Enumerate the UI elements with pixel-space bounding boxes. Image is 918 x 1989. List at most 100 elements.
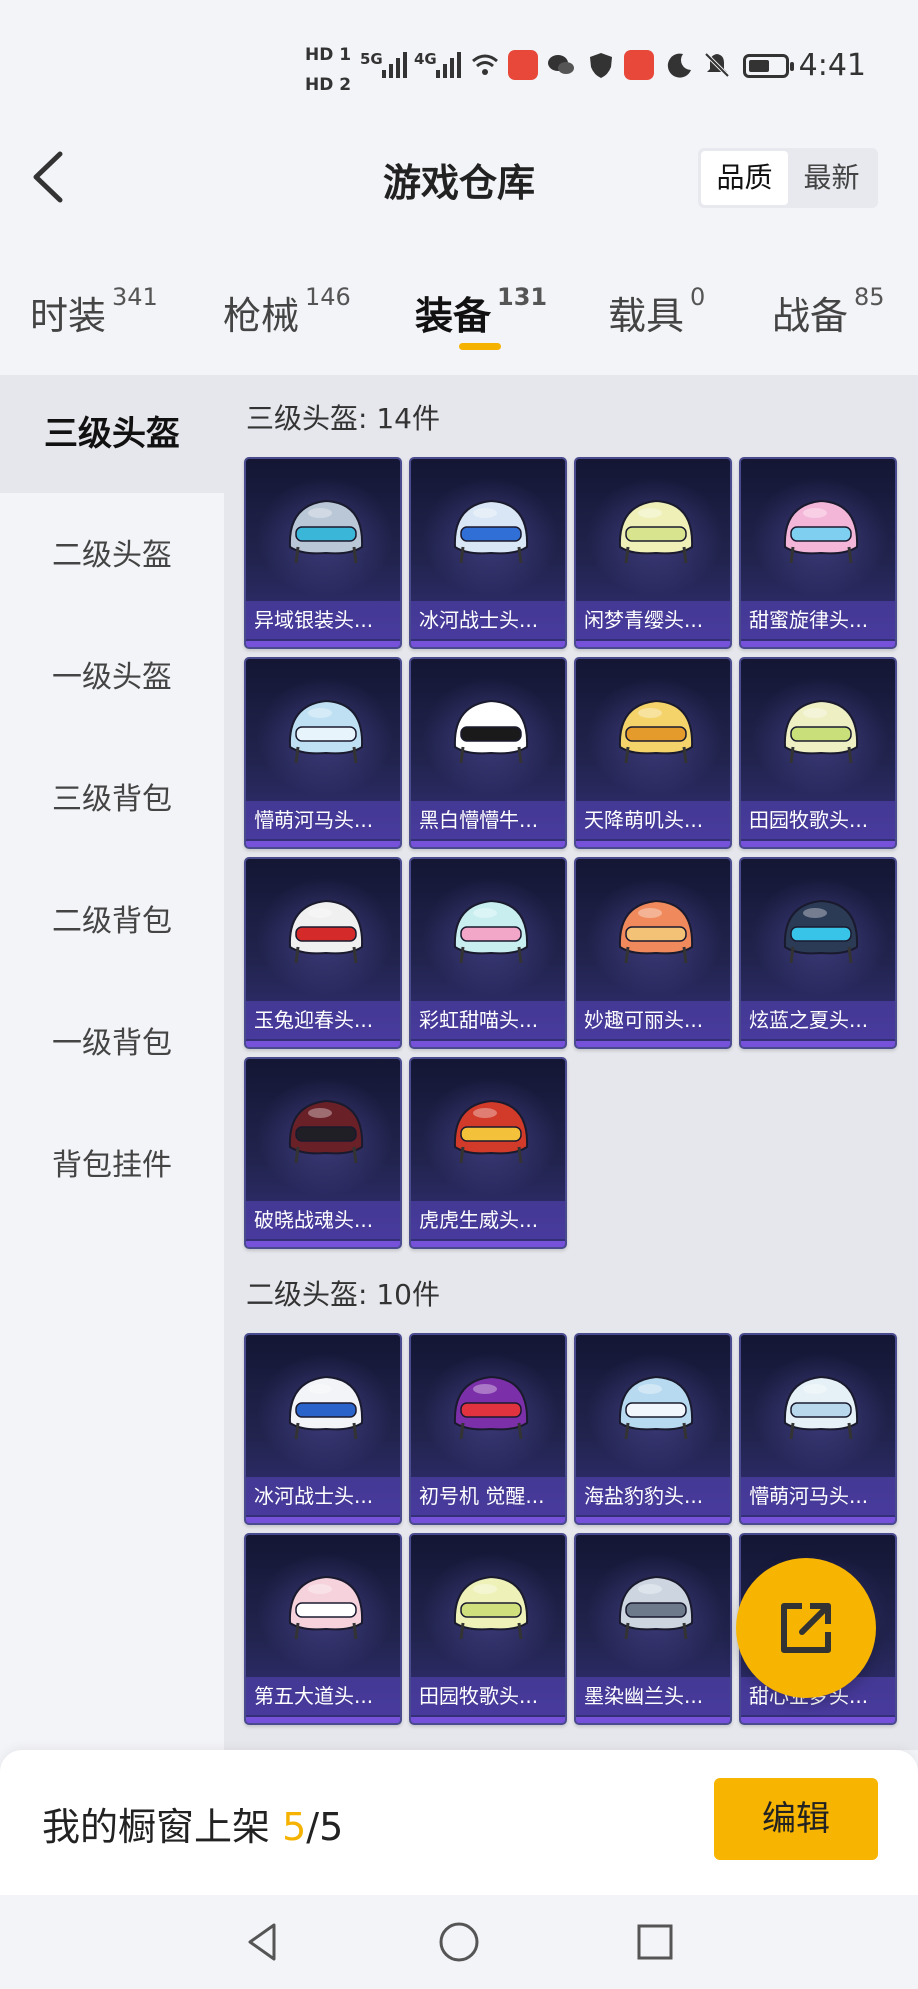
- showcase-separator: /: [306, 1805, 320, 1849]
- item-name: 异域银装头...: [246, 601, 400, 639]
- moon-icon: [664, 50, 694, 80]
- helmet-icon: [288, 699, 364, 764]
- showcase-status: 我的橱窗上架 5/5: [42, 1796, 343, 1851]
- tab-label: 时装: [30, 294, 107, 338]
- battery-icon: [743, 54, 794, 78]
- item-name: 懵萌河马头...: [246, 801, 400, 839]
- item-name: 虎虎生威头...: [411, 1201, 565, 1239]
- sidebar-item-level1-backpack[interactable]: 一级背包: [0, 985, 224, 1103]
- tab-vehicles[interactable]: 载具 0: [608, 283, 706, 340]
- item-name: 破晓战魂头...: [246, 1201, 400, 1239]
- item-name: 田园牧歌头...: [411, 1677, 565, 1715]
- item-card[interactable]: 玉兔迎春头...: [244, 857, 402, 1049]
- item-card[interactable]: 冰河战士头...: [409, 457, 567, 649]
- item-card[interactable]: 天降萌叽头...: [574, 657, 732, 849]
- nav-home-button[interactable]: [434, 1917, 484, 1967]
- item-card[interactable]: 闲梦青缨头...: [574, 457, 732, 649]
- item-grid-area: 三级头盔: 14件 二级头盔: 10件 异域银装头... 冰河战士头... 闲梦青缨…: [224, 375, 918, 1750]
- tab-supplies[interactable]: 战备 85: [772, 283, 885, 340]
- tab-guns[interactable]: 枪械 146: [223, 283, 351, 340]
- wechat-icon: [546, 50, 576, 80]
- helmet-icon: [618, 699, 694, 764]
- item-card[interactable]: 黑白懵懵牛...: [409, 657, 567, 849]
- huawei-app-icon-2: [624, 50, 654, 80]
- item-name: 甜蜜旋律头...: [741, 601, 895, 639]
- nav-recents-button[interactable]: [630, 1917, 680, 1967]
- shield-icon: [586, 50, 616, 80]
- helmet-icon: [453, 699, 529, 764]
- sort-quality-button[interactable]: 品质: [701, 151, 788, 205]
- showcase-label: 我的橱窗上架: [42, 1805, 271, 1849]
- helmet-icon: [453, 1375, 529, 1440]
- subcategory-sidebar: 三级头盔 二级头盔 一级头盔 三级背包 二级背包 一级背包 背包挂件: [0, 375, 224, 1750]
- sidebar-item-level3-helmet[interactable]: 三级头盔: [0, 375, 224, 493]
- sidebar-item-level1-helmet[interactable]: 一级头盔: [0, 619, 224, 737]
- helmet-icon: [783, 499, 859, 564]
- sidebar-item-backpack-charm[interactable]: 背包挂件: [0, 1107, 224, 1225]
- item-name: 冰河战士头...: [246, 1477, 400, 1515]
- helmet-icon: [783, 1375, 859, 1440]
- share-button[interactable]: [736, 1558, 876, 1698]
- edit-button[interactable]: 编辑: [714, 1778, 878, 1860]
- tab-label: 枪械: [223, 294, 300, 338]
- helmet-icon: [783, 699, 859, 764]
- item-name: 冰河战士头...: [411, 601, 565, 639]
- item-card[interactable]: 虎虎生威头...: [409, 1057, 567, 1249]
- sidebar-item-level2-helmet[interactable]: 二级头盔: [0, 497, 224, 615]
- nav-back-button[interactable]: [238, 1917, 288, 1967]
- helmet-icon: [453, 499, 529, 564]
- hd2-label: HD 2: [305, 75, 352, 95]
- item-card[interactable]: 彩虹甜喵头...: [409, 857, 567, 1049]
- tab-count: 0: [690, 283, 706, 311]
- signal-icon-2: [436, 50, 461, 78]
- showcase-current-count: 5: [282, 1805, 307, 1849]
- item-card[interactable]: 第五大道头...: [244, 1533, 402, 1725]
- item-card[interactable]: 田园牧歌头...: [739, 657, 897, 849]
- item-name: 黑白懵懵牛...: [411, 801, 565, 839]
- item-card[interactable]: 破晓战魂头...: [244, 1057, 402, 1249]
- item-card[interactable]: 冰河战士头...: [244, 1333, 402, 1525]
- clock: 4:41: [798, 48, 866, 83]
- helmet-icon: [783, 899, 859, 964]
- item-card[interactable]: 懵萌河马头...: [244, 657, 402, 849]
- item-name: 初号机 觉醒...: [411, 1477, 565, 1515]
- item-card[interactable]: 妙趣可丽头...: [574, 857, 732, 1049]
- wifi-icon: [470, 50, 500, 80]
- tab-fashion[interactable]: 时装 341: [30, 283, 158, 340]
- sidebar-item-level2-backpack[interactable]: 二级背包: [0, 863, 224, 981]
- tab-count: 131: [497, 283, 548, 311]
- mute-bell-icon: [702, 50, 732, 80]
- item-name: 田园牧歌头...: [741, 801, 895, 839]
- item-name: 炫蓝之夏头...: [741, 1001, 895, 1039]
- item-name: 妙趣可丽头...: [576, 1001, 730, 1039]
- helmet-icon: [453, 1575, 529, 1640]
- huawei-app-icon: [508, 50, 538, 80]
- item-name: 海盐豹豹头...: [576, 1477, 730, 1515]
- helmet-icon: [618, 1575, 694, 1640]
- tab-count: 146: [305, 283, 351, 311]
- item-card[interactable]: 炫蓝之夏头...: [739, 857, 897, 1049]
- tab-equipment[interactable]: 装备 131: [415, 283, 548, 340]
- item-card[interactable]: 田园牧歌头...: [409, 1533, 567, 1725]
- net-5g-label: 5G: [360, 50, 383, 68]
- item-card[interactable]: 海盐豹豹头...: [574, 1333, 732, 1525]
- sidebar-item-level3-backpack[interactable]: 三级背包: [0, 741, 224, 859]
- tab-count: 341: [112, 283, 158, 311]
- triangle-back-icon: [248, 1923, 276, 1961]
- showcase-bar: 我的橱窗上架 5/5 编辑: [0, 1750, 918, 1895]
- helmet-icon: [288, 899, 364, 964]
- item-name: 玉兔迎春头...: [246, 1001, 400, 1039]
- helmet-icon: [288, 499, 364, 564]
- item-card[interactable]: 懵萌河马头...: [739, 1333, 897, 1525]
- item-card[interactable]: 初号机 觉醒...: [409, 1333, 567, 1525]
- circle-home-icon: [439, 1922, 479, 1962]
- helmet-icon: [453, 899, 529, 964]
- item-card[interactable]: 墨染幽兰头...: [574, 1533, 732, 1725]
- hd1-label: HD 1: [305, 45, 352, 65]
- sort-toggle: 品质 最新: [698, 148, 878, 208]
- sort-newest-button[interactable]: 最新: [788, 151, 875, 205]
- item-card[interactable]: 异域银装头...: [244, 457, 402, 649]
- item-name: 懵萌河马头...: [741, 1477, 895, 1515]
- item-card[interactable]: 甜蜜旋律头...: [739, 457, 897, 649]
- item-name: 墨染幽兰头...: [576, 1677, 730, 1715]
